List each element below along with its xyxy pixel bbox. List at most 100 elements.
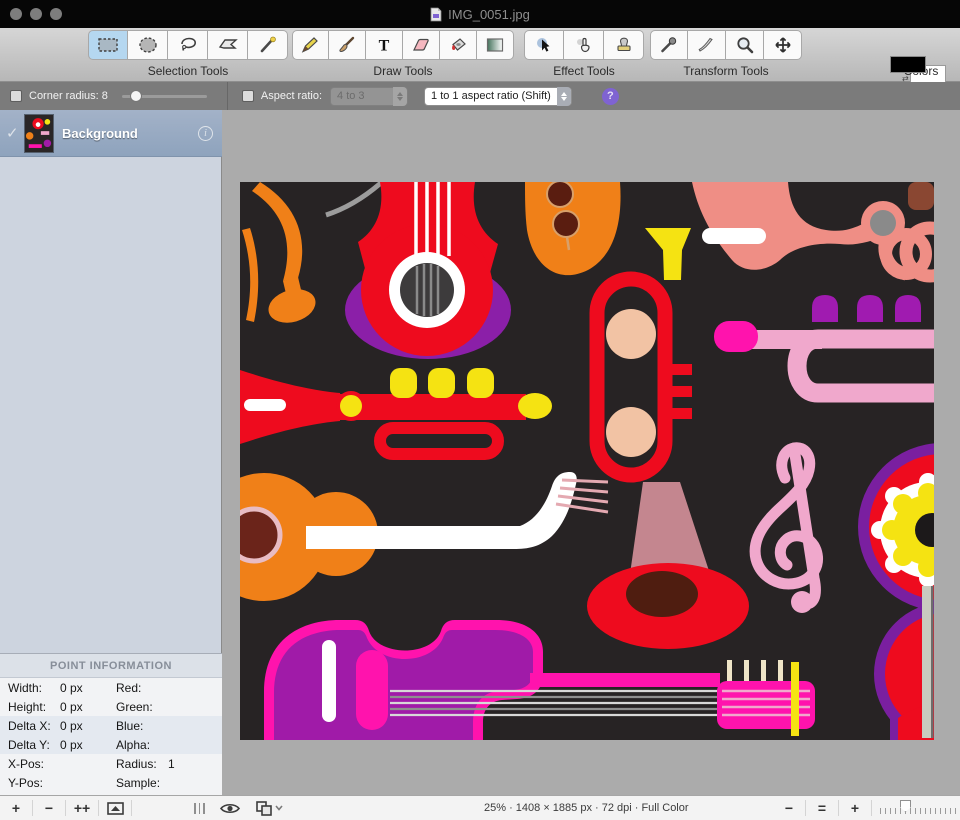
zoom-out-button-left[interactable]: −	[33, 796, 65, 820]
layers-sidebar: ✓ Background i POINT INFORMATION Width: …	[0, 110, 222, 795]
transform-tools-group	[650, 30, 802, 60]
y-pos-label: Y-Pos:	[8, 775, 43, 790]
tool-crop[interactable]	[688, 30, 726, 60]
layer-visibility-check-icon[interactable]: ✓	[6, 124, 24, 142]
move-icon	[774, 37, 791, 53]
layer-row-background[interactable]: ✓ Background i	[0, 110, 222, 157]
foreground-color-swatch[interactable]	[890, 56, 926, 73]
document-icon	[430, 7, 442, 21]
tool-move[interactable]	[764, 30, 802, 60]
aspect-ratio-checkbox[interactable]	[241, 90, 254, 102]
separator	[871, 800, 872, 816]
paint-bucket-icon	[452, 38, 466, 51]
slider-knob[interactable]	[129, 90, 142, 102]
zoom-slider[interactable]	[880, 800, 956, 816]
zoom-out-button[interactable]: −	[773, 796, 805, 820]
ratio-preset-value: 1 to 1 aspect ratio (Shift)	[431, 90, 551, 102]
options-divider	[226, 82, 228, 110]
brown-shape	[908, 182, 934, 210]
effect-tools-group	[524, 30, 644, 60]
tool-magic-wand[interactable]	[248, 30, 288, 60]
zoom-slider-ticks	[880, 808, 956, 814]
tool-pencil[interactable]	[292, 30, 329, 60]
tool-gradient[interactable]	[477, 30, 514, 60]
tool-clone-stamp[interactable]	[604, 30, 644, 60]
alpha-label: Alpha:	[116, 737, 151, 752]
tool-lasso[interactable]	[168, 30, 208, 60]
radius-label: Radius:	[116, 756, 157, 771]
text-tool-icon: T	[379, 38, 390, 55]
eyedropper-icon	[661, 37, 677, 53]
tool-brush[interactable]	[329, 30, 366, 60]
tool-eyedropper[interactable]	[650, 30, 688, 60]
guitar-neck-bar	[530, 673, 720, 687]
visibility-toggle-button[interactable]	[219, 802, 241, 815]
brush-icon	[339, 36, 355, 53]
selection-tools-group	[88, 30, 288, 60]
help-button[interactable]: ?	[601, 87, 619, 105]
canvas-image[interactable]	[222, 180, 960, 746]
point-info-row: Y-Pos: Sample:	[0, 773, 222, 792]
layers-menu-button[interactable]	[255, 800, 285, 816]
canvas-area[interactable]	[222, 110, 960, 795]
zoom-all-button[interactable]: ++	[66, 796, 98, 820]
image-icon	[106, 801, 124, 815]
green-label: Green:	[116, 699, 153, 714]
delta-x-label: Delta X:	[8, 718, 51, 733]
zoom-in-button[interactable]: +	[839, 796, 871, 820]
svg-text:T: T	[379, 38, 390, 55]
draw-tools-group: T	[292, 30, 514, 60]
corner-radius-label: Corner radius: 8	[29, 90, 108, 102]
point-info-row: X-Pos: Radius: 1	[0, 754, 222, 773]
height-value: 0 px	[60, 699, 83, 714]
aspect-ratio-select[interactable]: 4 to 3	[330, 86, 409, 106]
effect-pointer-icon	[537, 38, 550, 52]
delta-y-label: Delta Y:	[8, 737, 50, 752]
title-bar: IMG_0051.jpg	[0, 0, 960, 28]
sample-label: Sample:	[116, 775, 161, 790]
width-value: 0 px	[60, 680, 83, 695]
selection-tools-label: Selection Tools	[147, 64, 229, 78]
tool-paint-bucket[interactable]	[440, 30, 477, 60]
point-information-title: POINT INFORMATION	[0, 654, 222, 678]
pale-neck-strip	[922, 586, 931, 738]
gradient-icon	[486, 38, 504, 52]
layer-name: Background	[62, 125, 138, 141]
chevron-down-icon	[274, 805, 283, 811]
polygon-lasso-icon	[218, 39, 238, 49]
drag-grip-icon[interactable]	[194, 802, 205, 814]
magic-wand-icon	[260, 36, 276, 53]
corner-radius-slider[interactable]	[121, 90, 207, 102]
point-info-row: Height: 0 px Green:	[0, 697, 222, 716]
eye-icon	[219, 803, 240, 813]
swap-colors-icon[interactable]: ⇄	[902, 74, 909, 83]
fit-image-button[interactable]	[99, 796, 131, 820]
tool-polygon-lasso[interactable]	[208, 30, 248, 60]
tool-rectangular-selection[interactable]	[88, 30, 128, 60]
ratio-preset-select[interactable]: 1 to 1 aspect ratio (Shift)	[424, 86, 572, 106]
tool-elliptical-selection[interactable]	[128, 30, 168, 60]
aspect-ratio-label: Aspect ratio:	[260, 90, 323, 102]
tool-smudge[interactable]	[564, 30, 604, 60]
artwork-musical-instruments	[222, 180, 960, 746]
status-bar: + − ++ 25% · 1408 × 1885 px · 72 dpi · F…	[0, 795, 960, 820]
delta-y-value: 0 px	[60, 737, 83, 752]
tool-eraser[interactable]	[403, 30, 440, 60]
height-label: Height:	[8, 699, 47, 714]
tool-zoom[interactable]	[726, 30, 764, 60]
tool-text[interactable]: T	[366, 30, 403, 60]
app-window: IMG_0051.jpg Selection Tools T Draw Tool…	[0, 0, 960, 820]
toolbar: Selection Tools T Draw Tools Effect Tool…	[0, 28, 960, 83]
effect-tools-label: Effect Tools	[553, 64, 615, 78]
corner-radius-checkbox[interactable]	[10, 90, 22, 102]
tool-effect[interactable]	[524, 30, 564, 60]
zoom-in-button-left[interactable]: +	[0, 796, 32, 820]
stepper-icon	[556, 86, 571, 106]
zoom-actual-button[interactable]: =	[806, 796, 838, 820]
separator	[131, 800, 132, 816]
elliptical-selection-icon	[138, 37, 157, 53]
layer-info-button[interactable]: i	[198, 125, 213, 141]
x-pos-label: X-Pos:	[8, 756, 45, 771]
width-label: Width:	[8, 680, 43, 695]
crop-knife-icon	[698, 37, 713, 52]
